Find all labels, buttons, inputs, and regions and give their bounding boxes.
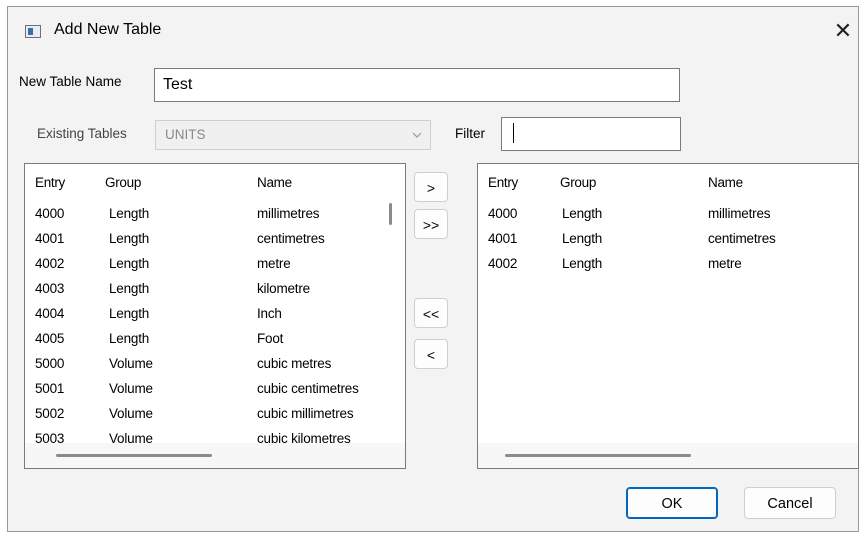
cell-entry: 4002 — [488, 256, 518, 271]
cell-name: millimetres — [257, 206, 320, 221]
dialog-title: Add New Table — [54, 21, 162, 38]
cell-entry: 5001 — [35, 381, 65, 396]
add-selected-button[interactable]: > — [414, 172, 448, 202]
new-table-name-field[interactable] — [154, 68, 680, 102]
cell-name: cubic centimetres — [257, 381, 359, 396]
cancel-button[interactable]: Cancel — [744, 487, 836, 519]
cell-entry: 5002 — [35, 406, 65, 421]
column-header-entry[interactable]: Entry — [488, 175, 518, 190]
cell-group: Length — [109, 331, 150, 346]
ok-button[interactable]: OK — [626, 487, 718, 519]
column-header-name[interactable]: Name — [708, 175, 743, 190]
table-row[interactable]: 5002 Volume cubic millimetres — [25, 402, 405, 427]
column-header-name[interactable]: Name — [257, 175, 292, 190]
add-all-button[interactable]: >> — [414, 209, 448, 239]
list-body: 4000 Length millimetres 4001 Length centimetr… — [478, 202, 858, 277]
table-row[interactable]: 4002 Length metre — [25, 252, 405, 277]
cell-name: Foot — [257, 331, 284, 346]
cell-group: Length — [562, 206, 603, 221]
title-bar: Add New Table ✕ — [8, 7, 858, 53]
cell-entry: 4004 — [35, 306, 65, 321]
cell-entry: 4000 — [35, 206, 65, 221]
table-row[interactable]: 5000 Volume cubic metres — [25, 352, 405, 377]
cell-group: Length — [109, 306, 150, 321]
cell-group: Length — [562, 231, 603, 246]
cell-entry: 4001 — [35, 231, 65, 246]
existing-tables-label: Existing Tables — [37, 126, 127, 141]
cell-name: Inch — [257, 306, 282, 321]
column-header-group[interactable]: Group — [560, 175, 596, 190]
cell-entry: 4002 — [35, 256, 65, 271]
new-table-name-label: New Table Name — [19, 74, 122, 89]
filter-input[interactable] — [502, 118, 680, 150]
cell-name: centimetres — [708, 231, 776, 246]
chevron-down-icon — [412, 132, 422, 138]
cell-entry: 5000 — [35, 356, 65, 371]
new-table-name-input[interactable] — [155, 69, 679, 101]
vertical-scrollbar-thumb[interactable] — [389, 203, 392, 225]
cell-name: kilometre — [257, 281, 310, 296]
table-row[interactable]: 4001 Length centimetres — [25, 227, 405, 252]
cell-name: metre — [708, 256, 742, 271]
table-row[interactable]: 4001 Length centimetres — [478, 227, 858, 252]
table-row[interactable]: 4000 Length millimetres — [478, 202, 858, 227]
table-row[interactable]: 4003 Length kilometre — [25, 277, 405, 302]
table-row[interactable]: 4004 Length Inch — [25, 302, 405, 327]
cell-name: millimetres — [708, 206, 771, 221]
cell-group: Length — [109, 281, 150, 296]
available-entries-list[interactable]: Entry Group Name 4000 Length millimetres 40… — [24, 163, 406, 469]
list-header: Entry Group Name — [25, 164, 405, 196]
column-header-group[interactable]: Group — [105, 175, 141, 190]
add-new-table-dialog: Add New Table ✕ New Table Name Existing … — [7, 6, 859, 532]
list-header: Entry Group Name — [478, 164, 858, 196]
app-window-icon — [25, 25, 41, 38]
cell-entry: 4005 — [35, 331, 65, 346]
cell-group: Length — [109, 206, 150, 221]
horizontal-scrollbar[interactable] — [25, 443, 405, 468]
table-row[interactable]: 5001 Volume cubic centimetres — [25, 377, 405, 402]
cell-group: Volume — [109, 381, 153, 396]
cell-group: Length — [109, 231, 150, 246]
horizontal-scrollbar[interactable] — [478, 443, 858, 468]
text-caret — [513, 123, 514, 143]
column-header-entry[interactable]: Entry — [35, 175, 65, 190]
table-row[interactable]: 4000 Length millimetres — [25, 202, 405, 227]
close-icon[interactable]: ✕ — [828, 12, 858, 50]
existing-tables-value: UNITS — [165, 127, 206, 142]
cell-group: Volume — [109, 406, 153, 421]
cell-entry: 4001 — [488, 231, 518, 246]
cell-entry: 4000 — [488, 206, 518, 221]
cell-name: cubic metres — [257, 356, 332, 371]
selected-entries-list[interactable]: Entry Group Name 4000 Length millimetres 40… — [477, 163, 859, 469]
cell-name: metre — [257, 256, 291, 271]
cell-group: Length — [109, 256, 150, 271]
table-row[interactable]: 4002 Length metre — [478, 252, 858, 277]
cell-entry: 4003 — [35, 281, 65, 296]
filter-label: Filter — [455, 126, 485, 141]
remove-selected-button[interactable]: < — [414, 339, 448, 369]
cell-group: Length — [562, 256, 603, 271]
horizontal-scrollbar-thumb[interactable] — [56, 454, 212, 457]
existing-tables-dropdown[interactable]: UNITS — [155, 120, 431, 150]
cell-name: cubic millimetres — [257, 406, 354, 421]
cell-name: centimetres — [257, 231, 325, 246]
table-row[interactable]: 4005 Length Foot — [25, 327, 405, 352]
list-body: 4000 Length millimetres 4001 Length centimetr… — [25, 202, 405, 452]
filter-field[interactable] — [501, 117, 681, 151]
horizontal-scrollbar-thumb[interactable] — [505, 454, 691, 457]
cell-group: Volume — [109, 356, 153, 371]
remove-all-button[interactable]: << — [414, 298, 448, 328]
